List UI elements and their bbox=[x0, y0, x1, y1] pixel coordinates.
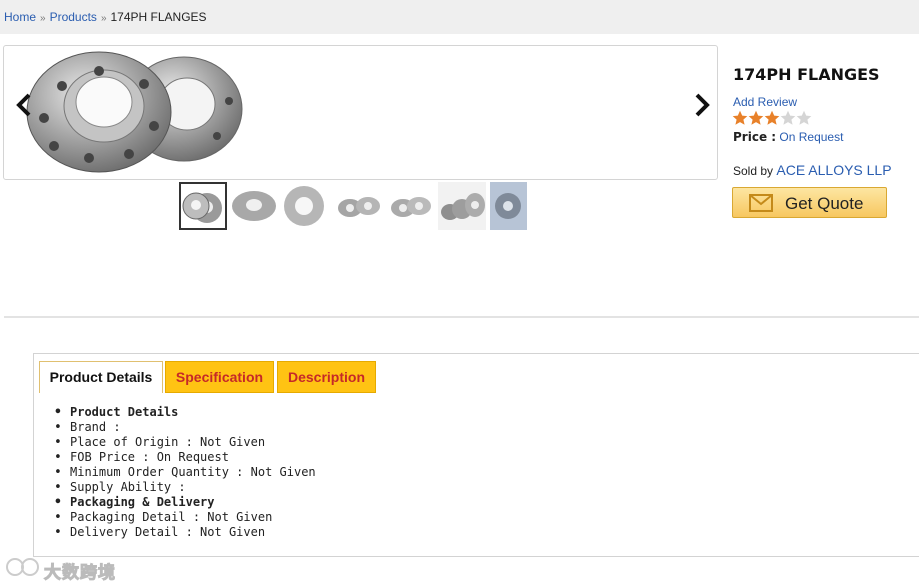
image-gallery bbox=[3, 45, 718, 180]
tab-product-details[interactable]: Product Details bbox=[39, 361, 163, 393]
tab-description[interactable]: Description bbox=[277, 361, 376, 393]
price-label: Price : bbox=[733, 130, 777, 144]
get-quote-button[interactable]: Get Quote bbox=[732, 187, 887, 218]
details-item: Delivery Detail : Not Given bbox=[54, 525, 316, 540]
details-item: Packaging Detail : Not Given bbox=[54, 510, 316, 525]
thumbnail-1[interactable] bbox=[179, 182, 227, 230]
envelope-icon bbox=[749, 194, 773, 212]
thumbnail-4[interactable] bbox=[334, 182, 382, 230]
chevron-right-icon[interactable] bbox=[694, 92, 712, 118]
thumbnail-5[interactable] bbox=[386, 182, 434, 230]
seller-info: Sold by ACE ALLOYS LLP bbox=[733, 162, 892, 178]
details-item: Brand : bbox=[54, 420, 316, 435]
main-product-image bbox=[26, 51, 243, 173]
star-icon bbox=[780, 110, 796, 125]
breadcrumb-products[interactable]: Products bbox=[50, 10, 97, 24]
breadcrumb-home[interactable]: Home bbox=[4, 10, 36, 24]
star-icon bbox=[748, 110, 764, 125]
thumbnail-6[interactable] bbox=[438, 182, 486, 230]
breadcrumb-current: 174PH FLANGES bbox=[110, 10, 207, 24]
get-quote-label: Get Quote bbox=[785, 194, 864, 213]
thumbnail-3[interactable] bbox=[282, 182, 330, 230]
watermark: 大数跨境 bbox=[6, 556, 116, 583]
section-divider bbox=[4, 316, 919, 318]
chevron-left-icon[interactable] bbox=[14, 92, 32, 118]
thumbnail-2[interactable] bbox=[230, 182, 278, 230]
details-item: Minimum Order Quantity : Not Given bbox=[54, 465, 316, 480]
sold-by-label: Sold by bbox=[733, 164, 774, 178]
tab-specification[interactable]: Specification bbox=[165, 361, 274, 393]
details-item: FOB Price : On Request bbox=[54, 450, 316, 465]
thumbnail-7[interactable] bbox=[490, 182, 527, 230]
details-item: Place of Origin : Not Given bbox=[54, 435, 316, 450]
star-icon bbox=[732, 110, 748, 125]
details-heading: Packaging & Delivery bbox=[54, 495, 316, 510]
breadcrumb-separator: » bbox=[100, 13, 107, 24]
star-icon bbox=[764, 110, 780, 125]
details-list: Product DetailsBrand :Place of Origin : … bbox=[54, 405, 316, 540]
breadcrumb-bar: Home» Products» 174PH FLANGES bbox=[0, 0, 919, 34]
price-value[interactable]: On Request bbox=[779, 130, 843, 144]
breadcrumb: Home» Products» 174PH FLANGES bbox=[4, 10, 207, 24]
breadcrumb-separator: » bbox=[40, 13, 46, 24]
seller-link[interactable]: ACE ALLOYS LLP bbox=[776, 162, 891, 178]
add-review-link[interactable]: Add Review bbox=[733, 95, 797, 109]
watermark-text: 大数跨境 bbox=[44, 563, 116, 583]
details-heading: Product Details bbox=[54, 405, 316, 420]
price: Price : On Request bbox=[733, 130, 843, 144]
product-details-panel: Product Details Specification Descriptio… bbox=[33, 353, 919, 557]
product-title: 174PH FLANGES bbox=[733, 65, 880, 84]
details-item: Supply Ability : bbox=[54, 480, 316, 495]
watermark-logo bbox=[6, 558, 39, 576]
star-icon bbox=[796, 110, 812, 125]
